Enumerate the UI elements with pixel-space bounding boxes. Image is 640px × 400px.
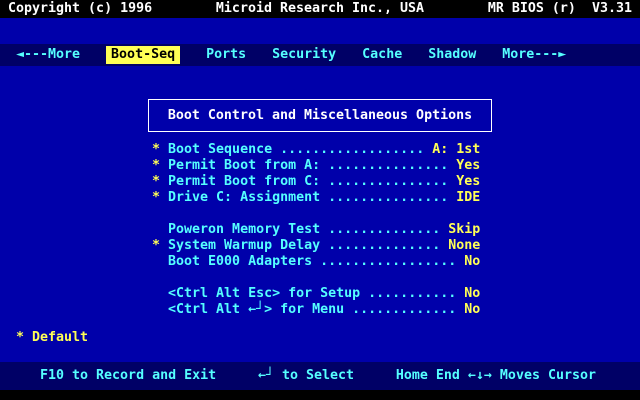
option-default-star: *	[152, 142, 169, 157]
status-record-hint: F10 to Record and Exit	[40, 368, 217, 383]
option-row-boot-sequence[interactable]: * Boot Sequence .................. A: 1s…	[152, 142, 480, 158]
option-value: Yes	[456, 158, 481, 173]
menu-tab-shadow[interactable]: Shadow	[428, 47, 476, 63]
option-row-permit-boot-c[interactable]: * Permit Boot from C: ............... Ye…	[152, 174, 480, 190]
menu-tab-more-left[interactable]: ◄---More	[16, 47, 80, 63]
vendor-text: Microid Research Inc., USA	[215, 1, 425, 16]
option-label: Boot Sequence	[168, 142, 273, 157]
option-label: Permit Boot from A:	[168, 158, 321, 173]
option-label: Boot E000 Adapters	[168, 254, 313, 269]
option-leader: ...........	[360, 286, 465, 301]
option-value: Yes	[456, 174, 481, 189]
option-value: A: 1st	[432, 142, 481, 157]
option-leader: .................	[312, 254, 465, 269]
menu-tab-boot-seq[interactable]: Boot-Seq	[106, 46, 181, 64]
option-leader: ..................	[272, 142, 433, 157]
bottom-black-strip	[0, 390, 640, 400]
dialog-title: Boot Control and Miscellaneous Options	[167, 107, 473, 123]
menu-bar: ◄---More Boot-Seq Ports Security Cache Shadow…	[0, 44, 640, 66]
option-default-star	[152, 222, 168, 237]
default-legend-star: *	[16, 330, 33, 345]
option-spacer	[152, 270, 480, 286]
status-select-hint: ←┘ to Select	[257, 368, 355, 383]
option-default-star	[152, 302, 168, 317]
option-label: Drive C: Assignment	[168, 190, 321, 205]
menu-tab-more-right[interactable]: More---►	[502, 47, 566, 63]
option-leader: ...............	[320, 158, 457, 173]
option-default-star: *	[152, 238, 169, 253]
option-label: <Ctrl Alt Esc> for Setup	[168, 286, 361, 301]
option-value: No	[464, 286, 481, 301]
option-default-star: *	[152, 174, 169, 189]
option-leader: ..............	[320, 238, 449, 253]
option-value: None	[448, 238, 481, 253]
option-value: IDE	[456, 190, 481, 205]
option-default-star: *	[152, 190, 169, 205]
option-row-system-warmup-delay[interactable]: * System Warmup Delay .............. Non…	[152, 238, 480, 254]
option-value: No	[464, 254, 481, 269]
default-legend: * Default	[16, 330, 88, 346]
option-leader: ...............	[320, 190, 457, 205]
dialog-box: Boot Control and Miscellaneous Options	[148, 99, 492, 132]
status-bar: F10 to Record and Exit ←┘ to Select Home…	[0, 362, 640, 390]
option-label: <Ctrl Alt ←┘> for Menu	[168, 302, 345, 317]
option-row-permit-boot-a[interactable]: * Permit Boot from A: ............... Ye…	[152, 158, 480, 174]
menu-tab-ports[interactable]: Ports	[206, 47, 246, 63]
option-leader: ...............	[320, 174, 457, 189]
option-row-boot-e000-adapters[interactable]: Boot E000 Adapters ................. No	[152, 254, 480, 270]
option-default-star: *	[152, 158, 169, 173]
option-row-poweron-memory-test[interactable]: Poweron Memory Test .............. Skip	[152, 222, 480, 238]
option-label: System Warmup Delay	[168, 238, 321, 253]
menu-tab-security[interactable]: Security	[272, 47, 336, 63]
option-leader: ..............	[320, 222, 449, 237]
option-label: Permit Boot from C:	[168, 174, 321, 189]
top-bar: Copyright (c) 1996 Microid Research Inc.…	[0, 0, 640, 18]
status-cursor-hint: Home End ←↓→ Moves Cursor	[395, 368, 596, 383]
default-legend-text: Default	[32, 330, 89, 345]
option-row-ctrl-alt-esc-setup[interactable]: <Ctrl Alt Esc> for Setup ........... No	[152, 286, 480, 302]
menu-tab-cache[interactable]: Cache	[362, 47, 402, 63]
option-default-star	[152, 254, 168, 269]
option-value: Skip	[448, 222, 481, 237]
options-list: * Boot Sequence .................. A: 1s…	[152, 142, 480, 318]
option-value: No	[464, 302, 481, 317]
option-label: Poweron Memory Test	[168, 222, 321, 237]
bios-version-text: MR BIOS (r) V3.31	[487, 1, 632, 16]
option-default-star	[152, 286, 168, 301]
option-row-ctrl-alt-enter-menu[interactable]: <Ctrl Alt ←┘> for Menu ............. No	[152, 302, 480, 318]
option-spacer	[152, 206, 480, 222]
copyright-text: Copyright (c) 1996	[8, 1, 153, 16]
option-leader: .............	[344, 302, 465, 317]
option-row-drive-c-assignment[interactable]: * Drive C: Assignment ............... ID…	[152, 190, 480, 206]
bios-setup-screen: Copyright (c) 1996 Microid Research Inc.…	[0, 0, 640, 400]
